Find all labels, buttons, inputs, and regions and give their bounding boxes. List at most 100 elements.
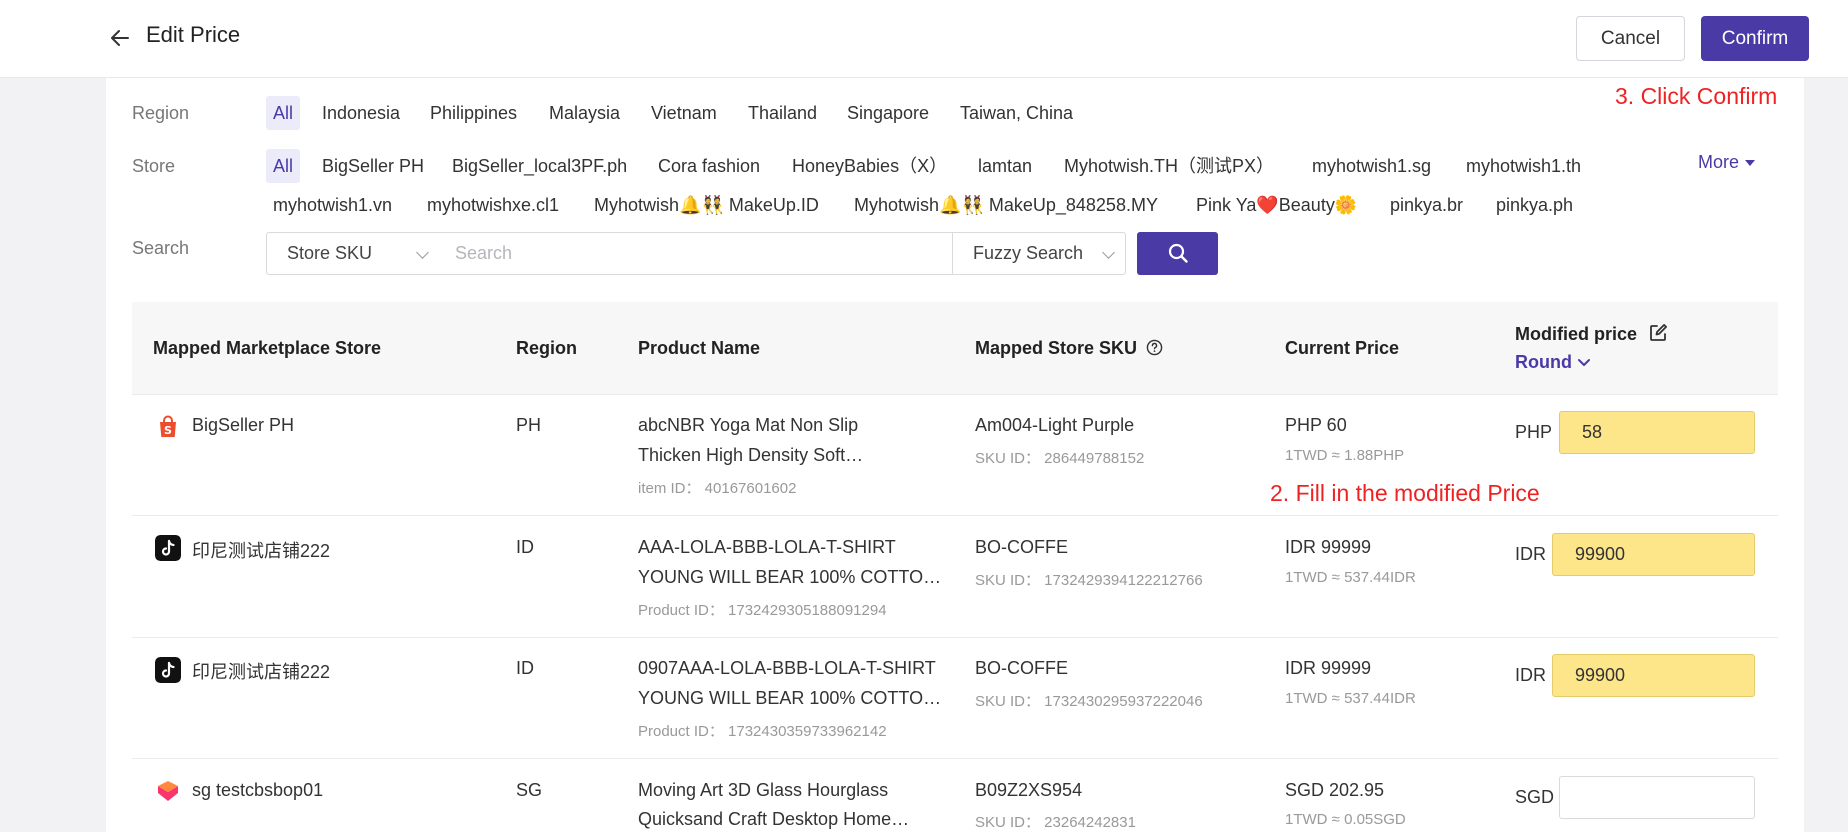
store-chip[interactable]: myhotwish1.th	[1459, 149, 1588, 183]
column-header-region: Region	[516, 338, 577, 358]
column-header-current-price: Current Price	[1285, 338, 1400, 358]
product-name-line: YOUNG WILL BEAR 100% COTTO…	[638, 567, 942, 587]
product-name-line: abcNBR Yoga Mat Non Slip	[638, 415, 859, 435]
region-value: ID	[516, 658, 534, 678]
product-id: Product ID： 1732429305188091294	[638, 602, 887, 619]
sku-id: SKU ID： 1732429394122212766	[975, 572, 1203, 589]
column-header-store: Mapped Marketplace Store	[153, 338, 382, 358]
currency-label: SGD	[1515, 787, 1555, 807]
store-name: 印尼测试店铺222	[192, 541, 331, 561]
sku-value: BO-COFFE	[975, 658, 1068, 678]
svg-text:S: S	[164, 424, 172, 437]
lazada-icon	[158, 781, 178, 801]
current-price: IDR 99999	[1285, 537, 1372, 557]
row-divider	[132, 758, 1778, 759]
store-name: 印尼测试店铺222	[192, 662, 331, 682]
search-icon	[1168, 243, 1188, 263]
region-chip-all[interactable]: All	[266, 96, 301, 130]
search-field-select[interactable]: Store SKU	[266, 232, 440, 275]
exchange-rate: 1TWD ≈ 1.88PHP	[1285, 447, 1405, 464]
current-price: SGD 202.95	[1285, 780, 1385, 800]
current-price: IDR 99999	[1285, 658, 1372, 678]
store-chip[interactable]: Pink Ya❤️Beauty🌼	[1189, 188, 1364, 222]
region-chip-thailand[interactable]: Thailand	[741, 96, 824, 130]
store-chip[interactable]: Myhotwish🔔👯 MakeUp.ID	[587, 188, 826, 222]
region-chip-singapore[interactable]: Singapore	[840, 96, 936, 130]
row-divider	[132, 394, 1778, 395]
sku-value: B09Z2XS954	[975, 780, 1083, 800]
search-button[interactable]	[1137, 232, 1218, 275]
product-name-line: Thicken High Density Soft…	[638, 445, 864, 465]
product-id: item ID： 40167601602	[638, 480, 797, 497]
store-chip-all[interactable]: All	[266, 149, 301, 183]
store-name: sg testcbsbop01	[192, 780, 324, 800]
region-chip-indonesia[interactable]: Indonesia	[315, 96, 407, 130]
region-value: ID	[516, 537, 534, 557]
store-chip[interactable]: BigSeller PH	[315, 149, 431, 183]
product-name-line: Moving Art 3D Glass Hourglass	[638, 780, 889, 800]
round-dropdown[interactable]: Round	[1515, 352, 1591, 373]
region-chip-vietnam[interactable]: Vietnam	[644, 96, 724, 130]
back-arrow-icon[interactable]	[108, 26, 132, 50]
sku-id: SKU ID： 23264242831	[975, 814, 1136, 831]
product-name-line: AAA-LOLA-BBB-LOLA-T-SHIRT	[638, 537, 896, 557]
store-filter-label: Store	[132, 156, 176, 176]
store-chip[interactable]: myhotwish1.sg	[1305, 149, 1438, 183]
currency-label: IDR	[1515, 544, 1546, 564]
region-chip-philippines[interactable]: Philippines	[423, 96, 524, 130]
confirm-button[interactable]: Confirm	[1701, 16, 1809, 61]
product-id: Product ID： 1732430359733962142	[638, 723, 887, 740]
search-label: Search	[132, 238, 190, 258]
help-circle-icon[interactable]	[1146, 339, 1163, 356]
store-chip[interactable]: HoneyBabies（X）	[785, 149, 954, 183]
more-stores-toggle[interactable]: More	[1698, 152, 1756, 173]
cancel-button[interactable]: Cancel	[1576, 16, 1685, 61]
column-header-sku-label: Mapped Store SKU	[975, 338, 1138, 358]
column-header-modified-price: Modified price	[1515, 323, 1668, 345]
store-chip[interactable]: pinkya.ph	[1489, 188, 1580, 222]
store-chip[interactable]: lamtan	[971, 149, 1039, 183]
product-name-line: 0907AAA-LOLA-BBB-LOLA-T-SHIRT	[638, 658, 936, 678]
current-price: PHP 60	[1285, 415, 1347, 435]
search-mode-select[interactable]: Fuzzy Search	[952, 232, 1126, 275]
region-chip-malaysia[interactable]: Malaysia	[542, 96, 627, 130]
modified-price-input[interactable]	[1552, 654, 1755, 697]
currency-label: PHP	[1515, 422, 1553, 442]
chevron-down-icon	[1578, 359, 1590, 366]
sku-value: BO-COFFE	[975, 537, 1068, 557]
exchange-rate: 1TWD ≈ 537.44IDR	[1285, 690, 1416, 707]
caret-down-icon	[1745, 160, 1756, 167]
sku-id: SKU ID： 1732430295937222046	[975, 693, 1203, 710]
shopee-icon: S	[160, 415, 176, 437]
store-chip[interactable]: Myhotwish.TH（测试PX）	[1057, 149, 1281, 183]
store-chip[interactable]: BigSeller_local3PF.ph	[445, 149, 634, 183]
page-title: Edit Price	[146, 22, 241, 47]
edit-icon[interactable]	[1648, 323, 1668, 343]
currency-label: IDR	[1515, 665, 1546, 685]
exchange-rate: 1TWD ≈ 537.44IDR	[1285, 569, 1416, 586]
modified-price-input[interactable]	[1559, 411, 1755, 454]
annotation-click-confirm: 3. Click Confirm	[1615, 83, 1778, 109]
chevron-down-icon	[1102, 246, 1115, 259]
sku-id: SKU ID： 286449788152	[975, 450, 1145, 467]
annotation-fill-price: 2. Fill in the modified Price	[1270, 480, 1540, 506]
region-filter-label: Region	[132, 103, 190, 123]
exchange-rate: 1TWD ≈ 0.05SGD	[1285, 811, 1406, 828]
region-value: PH	[516, 415, 542, 435]
store-chip[interactable]: Cora fashion	[651, 149, 767, 183]
region-chip-taiwan-china[interactable]: Taiwan, China	[953, 96, 1080, 130]
column-header-modified-price-label: Modified price	[1515, 324, 1638, 344]
search-input[interactable]	[439, 232, 953, 275]
product-name-line: Quicksand Craft Desktop Home…	[638, 809, 910, 829]
store-chip[interactable]: pinkya.br	[1383, 188, 1470, 222]
store-chip[interactable]: Myhotwish🔔👯 MakeUp_848258.MY	[847, 188, 1165, 222]
round-label: Round	[1515, 352, 1572, 372]
store-chip[interactable]: myhotwishxe.cl1	[420, 188, 566, 222]
modified-price-input[interactable]	[1559, 776, 1755, 819]
tiktok-icon	[155, 535, 181, 561]
store-chip[interactable]: myhotwish1.vn	[266, 188, 399, 222]
search-field-value: Store SKU	[287, 243, 373, 263]
modified-price-input[interactable]	[1552, 533, 1755, 576]
sku-value: Am004-Light Purple	[975, 415, 1135, 435]
product-name-line: YOUNG WILL BEAR 100% COTTO…	[638, 688, 942, 708]
